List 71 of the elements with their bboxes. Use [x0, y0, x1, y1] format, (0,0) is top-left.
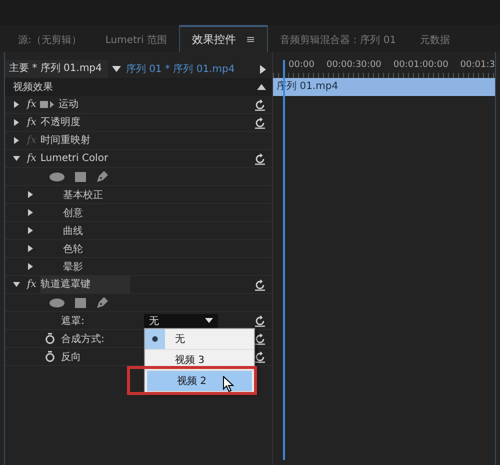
reset-icon[interactable] [254, 98, 266, 110]
property-name: 遮罩: [61, 314, 86, 328]
effect-name[interactable]: 时间重映射 [40, 132, 90, 150]
expand-triangle-icon[interactable] [27, 245, 34, 252]
time-ruler[interactable]: 00:00 00:00:30:00 00:01:00:00 00:01:3 [272, 60, 495, 78]
fx-toggle[interactable]: fx [27, 98, 36, 110]
property-group-name[interactable]: 曲线 [63, 224, 83, 238]
reset-icon[interactable] [254, 350, 266, 362]
property-name: 反向 [61, 350, 81, 364]
pen-icon[interactable] [96, 296, 108, 308]
scroll-up-icon[interactable] [256, 84, 266, 90]
dropdown-triangle-icon[interactable] [112, 66, 121, 72]
property-group-name[interactable]: 创意 [63, 206, 83, 220]
rectangle-mask-icon[interactable] [75, 298, 86, 308]
expand-triangle-icon[interactable] [27, 209, 34, 216]
ellipse-mask-icon[interactable] [49, 172, 65, 182]
reset-icon[interactable] [254, 278, 266, 290]
sequence-clip-link[interactable]: 序列 01 * 序列 01.mp4 [126, 62, 235, 76]
property-group-name[interactable]: 色轮 [63, 242, 83, 256]
reset-icon[interactable] [254, 152, 266, 164]
timecode: 00:01:00:00 [393, 60, 448, 70]
master-clip-label[interactable]: 主要 * 序列 01.mp4 [5, 60, 108, 78]
reset-icon[interactable] [254, 332, 266, 344]
ellipse-mask-icon[interactable] [49, 298, 65, 308]
collapse-triangle-icon[interactable] [13, 281, 20, 288]
effect-row[interactable]: fx 不透明度 [5, 114, 272, 132]
menu-item[interactable]: 视频 2 [147, 371, 252, 392]
cursor-icon [223, 376, 234, 392]
effect-row[interactable]: fx 轨道遮罩键 [5, 276, 272, 294]
expand-triangle-icon[interactable] [27, 263, 34, 270]
fx-toggle[interactable]: fx [27, 116, 36, 128]
tab[interactable]: 音频剪辑混合器：序列 01 [268, 25, 408, 52]
transform-icon[interactable] [40, 100, 54, 109]
effect-row[interactable]: fx 时间重映射 [5, 132, 272, 150]
reset-icon[interactable] [254, 116, 266, 128]
mask-dropdown[interactable]: 无 [144, 314, 218, 328]
effect-row[interactable]: fx Lumetri Color [5, 150, 272, 168]
tab[interactable]: 源:（无剪辑） [6, 25, 94, 52]
panel-menu-icon[interactable]: ≡ [246, 33, 256, 46]
effect-name[interactable]: 不透明度 [40, 114, 80, 132]
tab[interactable]: 元数据 [408, 25, 462, 52]
property-name: 合成方式: [61, 332, 104, 346]
fx-toggle[interactable]: fx [27, 152, 36, 164]
tab[interactable]: Lumetri 范围 [93, 25, 179, 52]
effect-name[interactable]: 轨道遮罩键 [40, 276, 130, 294]
effect-row[interactable]: fx 运动 [5, 96, 272, 114]
stopwatch-icon[interactable] [45, 351, 55, 362]
expand-triangle-icon[interactable] [27, 227, 34, 234]
expand-triangle-icon[interactable] [13, 137, 20, 144]
tab-label[interactable]: 效果控件 [192, 32, 236, 47]
caret-icon [205, 318, 213, 323]
stopwatch-icon[interactable] [45, 333, 55, 344]
menu-item[interactable]: 无 [145, 329, 254, 350]
play-triangle-icon[interactable] [260, 64, 266, 74]
timecode: 00:01:3 [460, 60, 495, 70]
fx-toggle[interactable]: fx [27, 278, 36, 290]
section-title: 视频效果 [13, 80, 53, 94]
tab[interactable]: 效果控件 ≡ [179, 25, 268, 52]
pen-icon[interactable] [96, 170, 108, 182]
expand-triangle-icon[interactable] [13, 119, 20, 126]
property-group-name[interactable]: 基本校正 [63, 188, 103, 202]
timecode: 00:00 [288, 60, 314, 70]
collapse-triangle-icon[interactable] [13, 155, 20, 162]
expand-triangle-icon[interactable] [13, 101, 20, 108]
reset-icon[interactable] [254, 314, 266, 326]
rectangle-mask-icon[interactable] [75, 172, 86, 182]
property-group-name[interactable]: 晕影 [63, 260, 83, 274]
effect-name[interactable]: Lumetri Color [40, 150, 108, 168]
effect-name[interactable]: 运动 [58, 96, 78, 114]
timecode: 00:00:30:00 [326, 60, 382, 70]
expand-triangle-icon[interactable] [27, 191, 34, 198]
